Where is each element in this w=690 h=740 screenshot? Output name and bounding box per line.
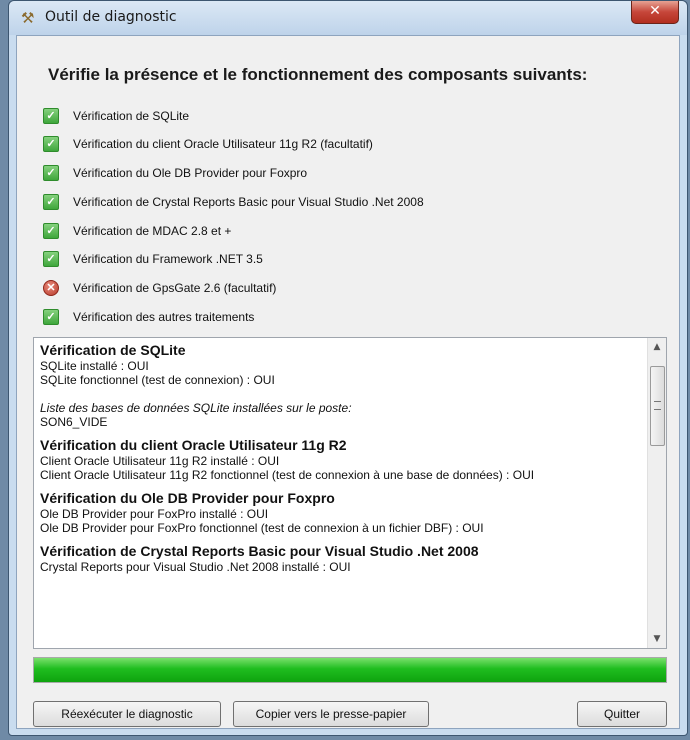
quit-button[interactable]: Quitter (577, 701, 667, 727)
grip-icon (654, 401, 661, 410)
check-item-sqlite: ✓ Vérification de SQLite (43, 107, 189, 125)
rerun-button[interactable]: Réexécuter le diagnostic (33, 701, 221, 727)
check-item-label: Vérification de Crystal Reports Basic po… (73, 195, 424, 209)
copy-button[interactable]: Copier vers le presse-papier (233, 701, 429, 727)
check-item-framework: ✓ Vérification du Framework .NET 3.5 (43, 250, 263, 268)
check-item-label: Vérification du client Oracle Utilisateu… (73, 137, 373, 151)
check-item-label: Vérification du Ole DB Provider pour Fox… (73, 166, 308, 180)
log-line: Client Oracle Utilisateur 11g R2 install… (40, 454, 280, 468)
log-line: Ole DB Provider pour FoxPro fonctionnel … (40, 521, 484, 535)
check-icon: ✓ (43, 165, 59, 181)
log-line: Client Oracle Utilisateur 11g R2 fonctio… (40, 468, 535, 482)
log-line: SQLite installé : OUI (40, 359, 149, 373)
check-icon: ✓ (43, 251, 59, 267)
check-item-oracle: ✓ Vérification du client Oracle Utilisat… (43, 135, 373, 153)
check-item-gpsgate: ✕ Vérification de GpsGate 2.6 (facultati… (43, 279, 276, 297)
progress-fill (34, 658, 666, 682)
diagnostic-log[interactable]: Vérification de SQLite SQLite installé :… (33, 337, 667, 649)
log-section-title: Vérification du Ole DB Provider pour Fox… (40, 490, 335, 506)
check-item-label: Vérification du Framework .NET 3.5 (73, 252, 263, 266)
check-item-label: Vérification des autres traitements (73, 310, 255, 324)
check-icon: ✓ (43, 194, 59, 210)
check-icon: ✓ (43, 136, 59, 152)
scroll-up-icon[interactable]: ▲ (648, 338, 666, 356)
page-heading: Vérifie la présence et le fonctionnement… (48, 65, 588, 84)
check-item-label: Vérification de MDAC 2.8 et + (73, 224, 232, 238)
log-content: Vérification de SQLite SQLite installé :… (40, 342, 640, 574)
scroll-down-icon[interactable]: ▼ (648, 630, 666, 648)
title-bar: ⚒ Outil de diagnostic ✕ (9, 1, 687, 35)
log-line: Ole DB Provider pour FoxPro installé : O… (40, 507, 269, 521)
log-scrollbar[interactable]: ▲ ▼ (647, 338, 666, 648)
window-title: Outil de diagnostic (45, 9, 177, 25)
check-icon: ✓ (43, 108, 59, 124)
log-line: Crystal Reports pour Visual Studio .Net … (40, 560, 351, 574)
check-icon: ✓ (43, 309, 59, 325)
check-item-crystal: ✓ Vérification de Crystal Reports Basic … (43, 193, 424, 211)
check-item-mdac: ✓ Vérification de MDAC 2.8 et + (43, 222, 231, 240)
error-icon: ✕ (43, 280, 59, 296)
check-item-oledb: ✓ Vérification du Ole DB Provider pour F… (43, 164, 307, 182)
log-section-title: Vérification de SQLite (40, 342, 186, 358)
scroll-thumb[interactable] (650, 366, 665, 446)
check-icon: ✓ (43, 223, 59, 239)
progress-bar (33, 657, 667, 683)
log-line: SON6_VIDE (40, 415, 108, 429)
log-section-title: Vérification du client Oracle Utilisateu… (40, 437, 347, 453)
close-icon: ✕ (649, 3, 661, 19)
check-item-others: ✓ Vérification des autres traitements (43, 308, 254, 326)
tool-icon: ⚒ (21, 9, 35, 27)
close-button[interactable]: ✕ (631, 1, 679, 24)
log-line: Liste des bases de données SQLite instal… (40, 401, 352, 415)
log-section-title: Vérification de Crystal Reports Basic po… (40, 543, 479, 559)
log-line: SQLite fonctionnel (test de connexion) :… (40, 373, 275, 387)
check-item-label: Vérification de GpsGate 2.6 (facultatif) (73, 281, 277, 295)
diagnostic-window: ⚒ Outil de diagnostic ✕ Vérifie la prése… (8, 0, 688, 736)
check-item-label: Vérification de SQLite (73, 109, 190, 123)
